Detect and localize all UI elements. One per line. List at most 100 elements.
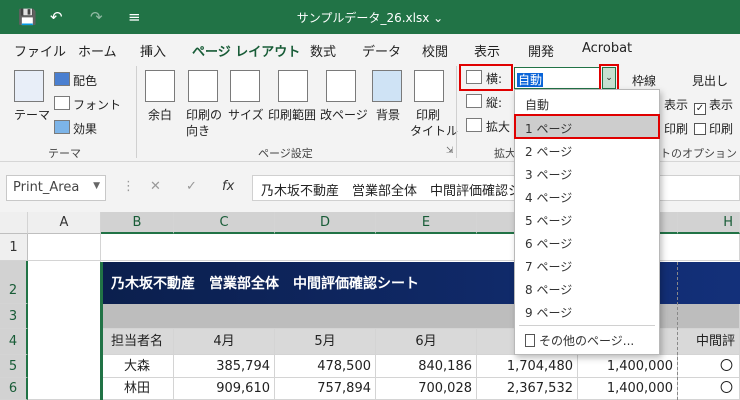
column-header[interactable]: H: [678, 212, 740, 234]
scale-icon: [466, 118, 482, 132]
margins-button[interactable]: 余白: [148, 106, 172, 123]
dropdown-item[interactable]: 2 ページ: [515, 139, 659, 162]
size-button[interactable]: サイズ: [228, 106, 264, 123]
breaks-button[interactable]: 改ページ: [320, 106, 368, 123]
print-titles-line1[interactable]: 印刷: [416, 106, 440, 123]
width-scale-input[interactable]: 自動: [514, 67, 600, 89]
header-cell[interactable]: 中間評: [678, 329, 740, 355]
checkbox-unchecked[interactable]: [694, 123, 706, 135]
header-cell[interactable]: 担当者名: [101, 329, 174, 355]
tab-formulas[interactable]: 数式: [310, 41, 336, 60]
header-cell[interactable]: 4月: [174, 329, 275, 355]
size-icon[interactable]: [230, 70, 260, 102]
tab-insert[interactable]: 挿入: [140, 41, 166, 60]
selection-border: [100, 262, 103, 400]
table-cell[interactable]: 〇: [678, 378, 740, 400]
cancel-icon[interactable]: ✕: [150, 179, 161, 194]
dropdown-item[interactable]: 自動: [515, 92, 659, 115]
highlight-box-selected-item: [514, 114, 660, 139]
tab-review[interactable]: 校閲: [422, 41, 448, 60]
table-cell[interactable]: 757,894: [275, 378, 376, 400]
formula-input[interactable]: 乃木坂不動産 営業部全体 中間評価確認シート: [252, 175, 740, 201]
themes-button-label[interactable]: テーマ: [14, 106, 50, 123]
checkbox-checked[interactable]: ✓: [694, 103, 706, 115]
print-titles-icon[interactable]: [414, 70, 444, 102]
column-header[interactable]: A: [28, 212, 101, 234]
header-cell[interactable]: 6月: [376, 329, 477, 355]
dropdown-item[interactable]: 9 ページ: [515, 300, 659, 323]
dropdown-item[interactable]: 8 ページ: [515, 277, 659, 300]
breaks-icon[interactable]: [326, 70, 356, 102]
orientation-button-line2[interactable]: 向き: [186, 122, 210, 139]
headings-view-checkbox[interactable]: ✓ 表示: [694, 96, 733, 115]
gridlines-print-label: 印刷: [664, 122, 689, 136]
tab-acrobat[interactable]: Acrobat: [582, 41, 632, 56]
background-icon[interactable]: [372, 70, 402, 102]
table-cell[interactable]: 385,794: [174, 355, 275, 378]
gridlines-view-label: 表示: [664, 98, 689, 112]
table-cell[interactable]: 1,400,000: [578, 355, 678, 378]
tab-home[interactable]: ホーム: [78, 41, 117, 60]
tab-developer[interactable]: 開発: [528, 41, 554, 60]
theme-group-label: テーマ: [48, 147, 81, 160]
table-cell[interactable]: 林田: [101, 378, 174, 400]
table-cell[interactable]: 大森: [101, 355, 174, 378]
table-cell[interactable]: 840,186: [376, 355, 477, 378]
dropdown-item[interactable]: 5 ページ: [515, 208, 659, 231]
colors-button[interactable]: 配色: [73, 72, 97, 89]
column-header[interactable]: D: [275, 212, 376, 234]
row-header[interactable]: 3: [0, 304, 28, 329]
background-button[interactable]: 背景: [376, 106, 400, 123]
print-titles-line2[interactable]: タイトル: [410, 122, 458, 139]
more-pages-item[interactable]: その他のページ...: [515, 328, 659, 351]
print-area-icon[interactable]: [278, 70, 308, 102]
row-header[interactable]: 4: [0, 329, 28, 355]
tab-view[interactable]: 表示: [474, 41, 500, 60]
table-cell[interactable]: 〇: [678, 355, 740, 378]
tab-file[interactable]: ファイル: [14, 41, 66, 60]
page-setup-launcher-icon[interactable]: ⇲: [446, 146, 454, 156]
chevron-down-icon[interactable]: ▼: [93, 181, 100, 191]
row-header[interactable]: 6: [0, 378, 28, 400]
column-header[interactable]: C: [174, 212, 275, 234]
margins-icon[interactable]: [145, 70, 175, 102]
tab-data[interactable]: データ: [362, 41, 401, 60]
table-cell[interactable]: 1,400,000: [578, 378, 678, 400]
table-cell[interactable]: 1,704,480: [477, 355, 578, 378]
dropdown-item[interactable]: 7 ページ: [515, 254, 659, 277]
themes-icon[interactable]: [14, 70, 44, 102]
headings-print-checkbox[interactable]: 印刷: [694, 120, 733, 137]
orientation-icon[interactable]: [188, 70, 218, 102]
orientation-button-line1[interactable]: 印刷の: [186, 106, 222, 123]
name-box-value: Print_Area: [13, 180, 80, 195]
effects-icon: [54, 120, 70, 134]
gridlines-label: 枠線: [632, 74, 657, 88]
table-cell[interactable]: 2,367,532: [477, 378, 578, 400]
fonts-button[interactable]: フォント: [73, 96, 121, 113]
select-all-corner[interactable]: [0, 212, 28, 234]
row-header[interactable]: 1: [0, 234, 28, 261]
effects-button[interactable]: 効果: [73, 120, 97, 137]
highlight-box-width-label: [459, 64, 513, 91]
dropdown-item[interactable]: 3 ページ: [515, 162, 659, 185]
enter-icon[interactable]: ✓: [186, 179, 197, 194]
column-header[interactable]: E: [376, 212, 477, 234]
cell[interactable]: [28, 234, 101, 261]
print-area-button[interactable]: 印刷範囲: [268, 106, 316, 123]
row-header[interactable]: 2: [0, 261, 28, 304]
page-icon: [525, 334, 535, 347]
row-header[interactable]: 5: [0, 355, 28, 378]
tab-page-layout[interactable]: ページ レイアウト: [192, 41, 301, 66]
column-header[interactable]: B: [101, 212, 174, 234]
document-title: サンプルデータ_26.xlsx ⌄: [296, 11, 444, 25]
insert-function-icon[interactable]: fx: [222, 179, 234, 194]
table-cell[interactable]: 700,028: [376, 378, 477, 400]
header-cell[interactable]: 5月: [275, 329, 376, 355]
table-cell[interactable]: 478,500: [275, 355, 376, 378]
dropdown-item[interactable]: 4 ページ: [515, 185, 659, 208]
cell[interactable]: [28, 261, 101, 400]
name-box[interactable]: Print_Area ▼: [6, 175, 106, 201]
dropdown-item[interactable]: 6 ページ: [515, 231, 659, 254]
headings-print-label: 印刷: [709, 122, 734, 136]
table-cell[interactable]: 909,610: [174, 378, 275, 400]
